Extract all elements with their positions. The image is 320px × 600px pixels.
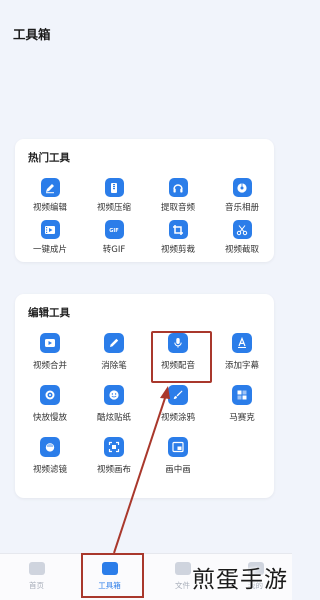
- tool-label: 画中画: [165, 465, 191, 475]
- tool-label: 视频截取: [224, 245, 259, 255]
- tool-speed[interactable]: 快放慢放: [18, 385, 82, 437]
- watermark: 煎蛋手游: [192, 567, 288, 593]
- tool-label: 酷炫贴纸: [96, 413, 131, 423]
- tool-canvas[interactable]: 视频画布: [82, 437, 146, 489]
- headphones-icon: [168, 178, 188, 197]
- tool-label: 音乐相册: [224, 203, 259, 213]
- tool-label: 视频配音: [160, 361, 195, 371]
- filter-icon: [40, 437, 60, 457]
- speed-icon: [40, 385, 60, 405]
- nav-label: 文件: [175, 581, 190, 590]
- hot-tools-card: 热门工具 视频编辑 视频压缩 提取音频 音乐相册 一键成片 GIF 转GIF 视…: [15, 139, 274, 262]
- tool-video-dubbing[interactable]: 视频配音: [146, 333, 210, 385]
- edit-tools-title: 编辑工具: [28, 307, 70, 319]
- tool-label: 视频画布: [96, 465, 131, 475]
- sticker-smile-icon: [104, 385, 124, 405]
- tool-label: 视频编辑: [32, 203, 67, 213]
- edit-video-icon: [40, 178, 60, 197]
- play-merge-icon: [40, 333, 60, 353]
- crop-icon: [168, 220, 188, 239]
- compress-icon: [104, 178, 124, 197]
- svg-text:GIF: GIF: [109, 228, 118, 234]
- tool-label: 一键成片: [32, 245, 67, 255]
- text-a-icon: [232, 333, 252, 353]
- picture-in-picture-icon: [168, 437, 188, 457]
- tool-label: 添加字幕: [224, 361, 259, 371]
- music-album-icon: [232, 178, 252, 197]
- tool-music-album[interactable]: 音乐相册: [210, 178, 274, 220]
- microphone-icon: [168, 333, 188, 353]
- nav-home[interactable]: 首页: [0, 554, 73, 600]
- tool-to-gif[interactable]: GIF 转GIF: [82, 220, 146, 262]
- tool-picture-in-picture[interactable]: 画中画: [146, 437, 210, 489]
- tool-label: 视频合并: [32, 361, 67, 371]
- tool-sticker[interactable]: 酷炫贴纸: [82, 385, 146, 437]
- hot-tools-title: 热门工具: [28, 152, 70, 164]
- tool-video-edit[interactable]: 视频编辑: [18, 178, 82, 220]
- tool-video-compress[interactable]: 视频压缩: [82, 178, 146, 220]
- tool-label: 视频压缩: [96, 203, 131, 213]
- scissors-icon: [232, 220, 252, 239]
- mosaic-icon: [232, 385, 252, 405]
- tool-video-cut[interactable]: 视频截取: [210, 220, 274, 262]
- tool-label: 视频涂鸦: [160, 413, 195, 423]
- page-title: 工具箱: [13, 27, 51, 42]
- tool-label: 消除笔: [101, 361, 127, 371]
- tool-label: 转GIF: [102, 245, 126, 255]
- pen-icon: [104, 333, 124, 353]
- tool-label: 视频滤镜: [32, 465, 67, 475]
- tool-label: 视频剪裁: [160, 245, 195, 255]
- tool-label: 快放慢放: [32, 413, 67, 423]
- tool-one-click-film[interactable]: 一键成片: [18, 220, 82, 262]
- tool-add-subtitle[interactable]: 添加字幕: [210, 333, 274, 385]
- tool-graffiti[interactable]: 视频涂鸦: [146, 385, 210, 437]
- tool-mosaic[interactable]: 马赛克: [210, 385, 274, 437]
- tool-label: 马赛克: [229, 413, 255, 423]
- tool-eraser-pen[interactable]: 消除笔: [82, 333, 146, 385]
- toolbox-icon: [101, 562, 118, 575]
- nav-label: 首页: [29, 581, 44, 590]
- edit-tools-card: 编辑工具 视频合并 消除笔 视频配音 添加字幕 快放慢放 酷炫贴纸 视频涂鸦 马…: [15, 294, 274, 498]
- folder-icon: [174, 562, 191, 575]
- tool-filter[interactable]: 视频滤镜: [18, 437, 82, 489]
- film-strip-icon: [40, 220, 60, 239]
- home-icon: [28, 562, 45, 575]
- gif-icon: GIF: [104, 220, 124, 239]
- tool-extract-audio[interactable]: 提取音频: [146, 178, 210, 220]
- brush-icon: [168, 385, 188, 405]
- tool-video-crop[interactable]: 视频剪裁: [146, 220, 210, 262]
- nav-toolbox[interactable]: 工具箱: [73, 554, 146, 600]
- tool-label: 提取音频: [160, 203, 195, 213]
- nav-label: 工具箱: [98, 581, 121, 590]
- tool-video-merge[interactable]: 视频合并: [18, 333, 82, 385]
- canvas-icon: [104, 437, 124, 457]
